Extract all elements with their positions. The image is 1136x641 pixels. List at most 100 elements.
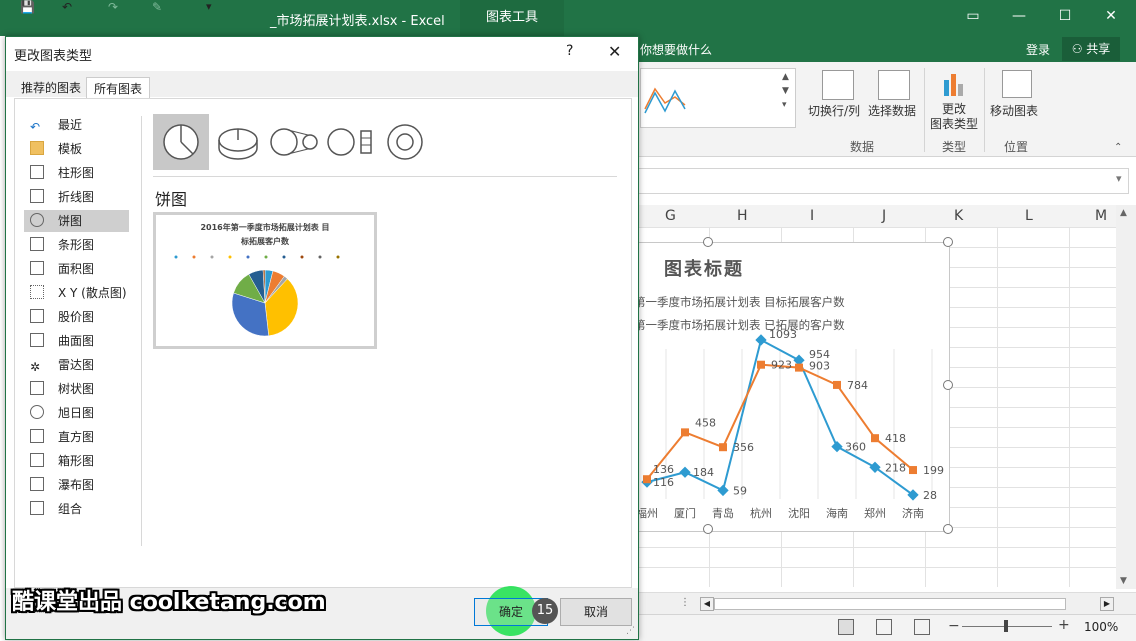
scroll-left-icon[interactable]: ◀	[700, 597, 714, 611]
pie-of-pie-subtype-icon	[270, 128, 318, 156]
move-chart-button[interactable]: 移动图表	[990, 102, 1038, 119]
doughnut-subtype-icon	[387, 124, 423, 160]
sidebar-item-histogram[interactable]: 直方图	[24, 426, 129, 448]
sidebar-item-line[interactable]: 折线图	[24, 186, 129, 208]
data-label: 199	[923, 464, 944, 477]
tab-recommended-charts[interactable]: 推荐的图表	[14, 77, 88, 99]
select-data-button[interactable]: 选择数据	[868, 102, 916, 119]
histogram-icon	[30, 429, 44, 443]
data-marker[interactable]	[795, 363, 803, 372]
tell-me-box[interactable]: 你想要做什么	[640, 41, 712, 58]
cancel-button[interactable]: 取消	[560, 598, 632, 626]
data-marker[interactable]	[679, 466, 691, 478]
data-marker[interactable]	[681, 428, 689, 437]
zoom-in-icon[interactable]: +	[1058, 617, 1070, 633]
sidebar-item-waterfall[interactable]: 瀑布图	[24, 474, 129, 496]
sidebar-item-recent[interactable]: ↶ 最近	[24, 114, 129, 136]
tab-all-charts[interactable]: 所有图表	[86, 77, 151, 100]
scroll-right-icon[interactable]: ▶	[1100, 597, 1114, 611]
normal-view-icon[interactable]	[838, 619, 854, 635]
maximize-icon[interactable]: ☐	[1050, 8, 1080, 24]
data-marker[interactable]	[831, 440, 843, 453]
sidebar-item-bar[interactable]: 条形图	[24, 234, 129, 256]
column-header[interactable]: K	[954, 208, 963, 224]
sidebar-item-column[interactable]: 柱形图	[24, 162, 129, 184]
sidebar-item-templates[interactable]: 模板	[24, 138, 129, 160]
resize-grip-icon[interactable]: ⋰	[626, 626, 635, 636]
dialog-close-icon[interactable]: ✕	[608, 42, 621, 61]
data-marker[interactable]	[719, 443, 727, 452]
share-button[interactable]: ⚇ 共享	[1062, 37, 1120, 61]
category-label: 厦门	[674, 506, 696, 520]
column-header[interactable]: H	[737, 208, 748, 224]
undo-icon[interactable]: ↶	[62, 0, 72, 14]
sidebar-item-treemap[interactable]: 树状图	[24, 378, 129, 400]
ribbon-display-icon[interactable]: ▭	[958, 8, 988, 24]
sheet-options-icon[interactable]: ⋮	[680, 597, 690, 608]
horizontal-scroll-thumb[interactable]	[714, 598, 1066, 610]
scroll-up-icon[interactable]: ▲	[1120, 208, 1127, 218]
data-marker[interactable]	[717, 484, 729, 497]
sidebar-item-pie[interactable]: 饼图	[24, 210, 129, 232]
column-header[interactable]: J	[882, 208, 886, 224]
sidebar-item-combo[interactable]: 组合	[24, 498, 129, 520]
format-painter-icon[interactable]: ✎	[152, 0, 162, 14]
data-marker[interactable]	[643, 475, 651, 484]
minimize-icon[interactable]: —	[1004, 8, 1034, 24]
dialog-title: 更改图表类型	[14, 49, 93, 64]
page-layout-view-icon[interactable]	[876, 619, 892, 635]
sidebar-item-area[interactable]: 面积图	[24, 258, 129, 280]
category-label: 郑州	[864, 506, 886, 520]
zoom-slider-thumb[interactable]	[1004, 620, 1008, 632]
zoom-level[interactable]: 100%	[1084, 620, 1118, 634]
sunburst-icon	[30, 405, 44, 419]
column-header[interactable]: L	[1025, 208, 1033, 224]
resize-handle[interactable]	[703, 237, 713, 247]
resize-handle[interactable]	[943, 237, 953, 247]
subtype-doughnut[interactable]	[381, 116, 435, 168]
redo-icon[interactable]: ↷	[108, 0, 118, 14]
gallery-scroll-icon[interactable]: ▲ ▼ ▾	[782, 70, 789, 112]
line-chart[interactable]: 图表标题 第一季度市场拓展计划表 目标拓展客户数 第一季度市场拓展计划表 已拓展…	[634, 242, 950, 532]
resize-handle[interactable]	[943, 524, 953, 534]
step-badge: 15	[532, 598, 558, 624]
page-break-view-icon[interactable]	[914, 619, 930, 635]
data-marker[interactable]	[871, 434, 879, 443]
sidebar-item-surface[interactable]: 曲面图	[24, 330, 129, 352]
resize-handle[interactable]	[943, 380, 953, 390]
data-marker[interactable]	[757, 360, 765, 369]
subtype-bar-of-pie[interactable]	[325, 116, 379, 168]
change-chart-type-button[interactable]: 更改 图表类型	[928, 102, 980, 132]
resize-handle[interactable]	[703, 524, 713, 534]
help-icon[interactable]: ?	[566, 43, 573, 59]
change-chart-type-icon	[942, 70, 964, 98]
column-header[interactable]: G	[665, 208, 676, 224]
formula-expand-icon[interactable]: ▾	[1116, 172, 1122, 185]
chart-styles-gallery[interactable]	[640, 68, 796, 128]
window-close-icon[interactable]: ✕	[1096, 8, 1126, 24]
scroll-down-icon[interactable]: ▼	[1120, 576, 1127, 586]
save-icon[interactable]: 💾	[20, 0, 35, 14]
sign-in-link[interactable]: 登录	[1026, 41, 1050, 58]
plot-area: 福州 厦门 青岛 杭州 沈阳 海南 郑州 济南116184591093954360218281…	[638, 328, 944, 520]
sidebar-item-stock[interactable]: 股价图	[24, 306, 129, 328]
sidebar-item-scatter[interactable]: X Y (散点图)	[24, 282, 129, 304]
subtype-pie[interactable]	[153, 114, 209, 170]
data-marker[interactable]	[833, 380, 841, 389]
collapse-ribbon-icon[interactable]: ⌃	[1114, 142, 1122, 153]
subtype-3d-pie[interactable]	[212, 116, 266, 168]
data-marker[interactable]	[909, 466, 917, 475]
formula-bar[interactable]	[637, 168, 1129, 194]
switch-row-col-button[interactable]: 切换行/列	[808, 102, 860, 119]
scatter-chart-icon	[30, 285, 44, 299]
data-marker[interactable]	[755, 334, 767, 346]
sidebar-item-box-whisker[interactable]: 箱形图	[24, 450, 129, 472]
sidebar-item-sunburst[interactable]: 旭日图	[24, 402, 129, 424]
zoom-out-icon[interactable]: −	[948, 618, 960, 634]
quick-access-dropdown-icon[interactable]: ▾	[206, 0, 212, 13]
sidebar-item-radar[interactable]: ✲ 雷达图	[24, 354, 129, 376]
column-header[interactable]: I	[810, 208, 814, 224]
column-header[interactable]: M	[1095, 208, 1107, 224]
vertical-scrollbar[interactable]	[1116, 205, 1136, 589]
subtype-pie-of-pie[interactable]	[268, 116, 322, 168]
